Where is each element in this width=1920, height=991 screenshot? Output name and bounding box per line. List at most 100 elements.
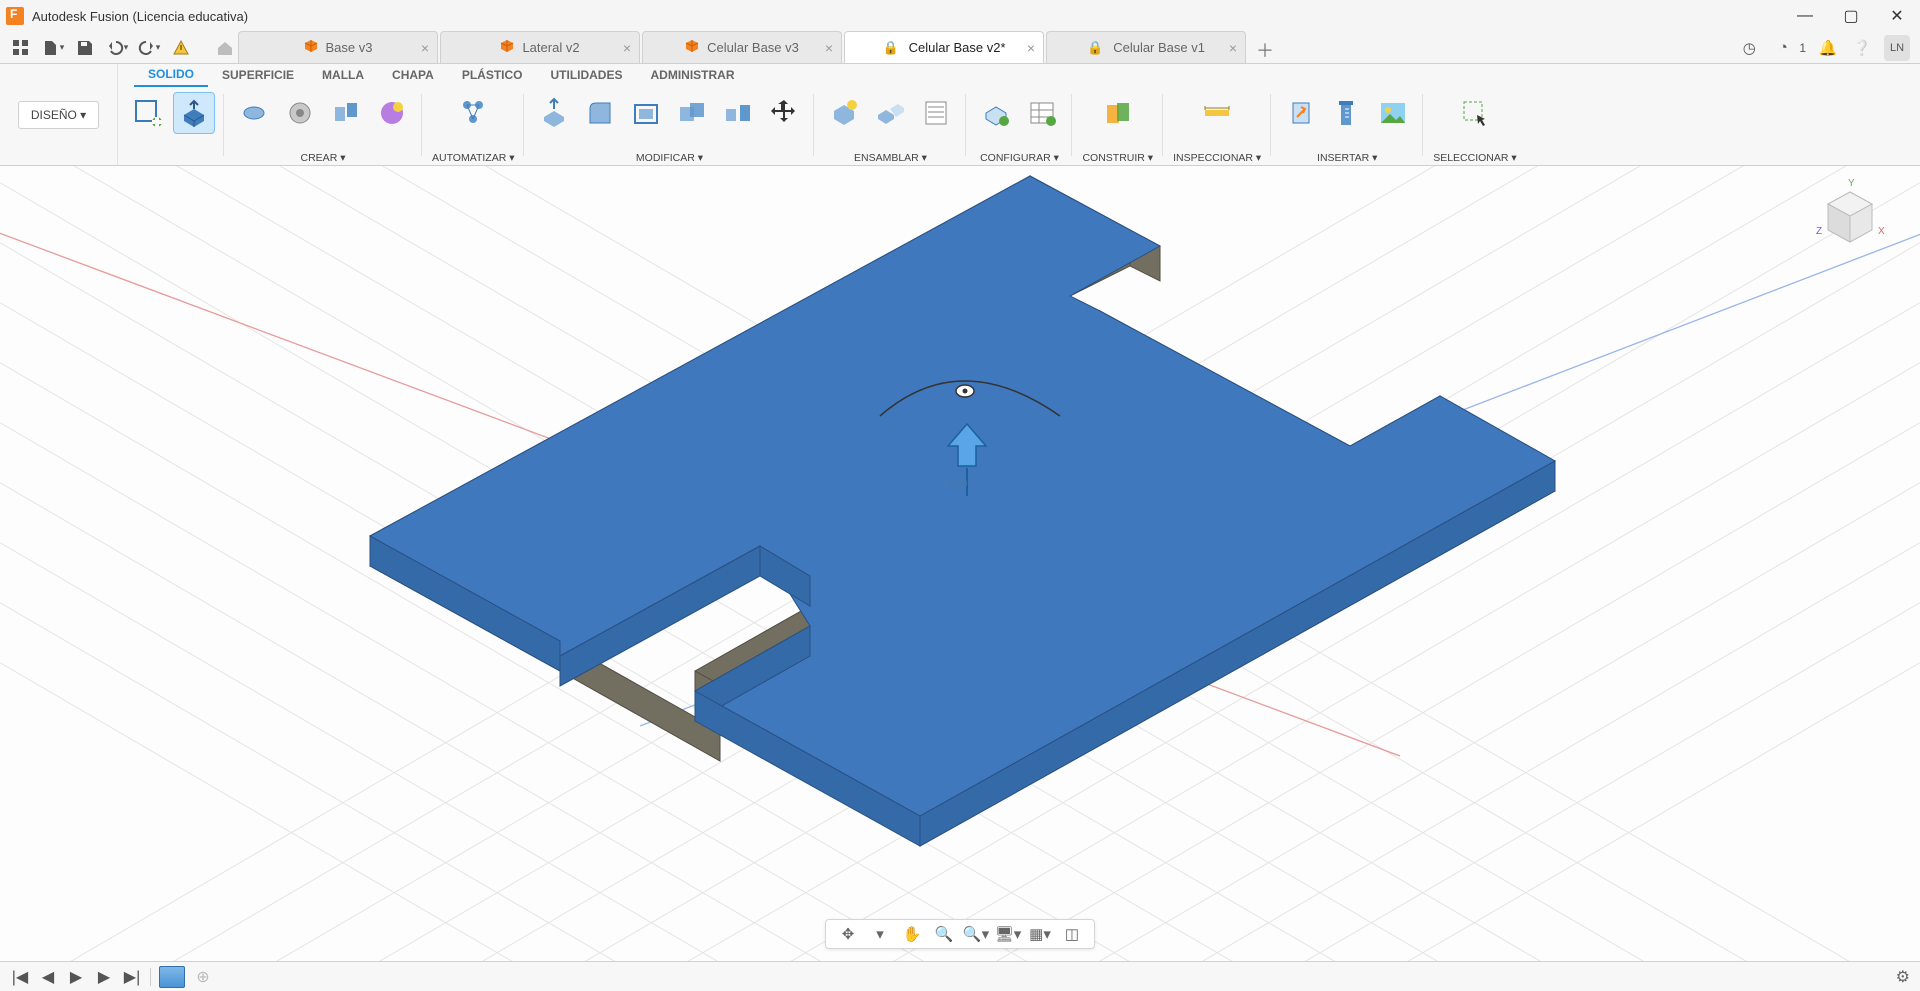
- diagnostics-button[interactable]: [168, 35, 194, 61]
- avatar-initials: LN: [1890, 42, 1904, 54]
- grid-settings-button[interactable]: ▦▾: [1026, 921, 1054, 947]
- job-count: 1: [1799, 41, 1806, 55]
- ribbon-tab-chapa[interactable]: CHAPA: [378, 64, 448, 86]
- joint-button[interactable]: [870, 93, 910, 133]
- ribbon-group-label[interactable]: AUTOMATIZAR ▾: [432, 152, 514, 164]
- extrude-button[interactable]: [174, 93, 214, 133]
- viewport-layout-button[interactable]: ◫: [1058, 921, 1086, 947]
- ribbon-tab-administrar[interactable]: ADMINISTRAR: [636, 64, 748, 86]
- ribbon-group-automatizar: AUTOMATIZAR ▾: [422, 88, 524, 166]
- timeline-next-button[interactable]: ▶: [94, 967, 114, 987]
- save-button[interactable]: [72, 35, 98, 61]
- ribbon-tab-plastico[interactable]: PLÁSTICO: [448, 64, 537, 86]
- extensions-icon[interactable]: ◷: [1737, 36, 1761, 60]
- create-form-button[interactable]: [372, 93, 412, 133]
- config-table-button[interactable]: [1022, 93, 1062, 133]
- combine-button[interactable]: [672, 93, 712, 133]
- zoom-button[interactable]: 🔍: [930, 921, 958, 947]
- modeling-canvas[interactable]: 4.00 X Y Z ✥ ▾ ✋ 🔍 🔍▾ 🖥▾ ▦▾ ◫: [0, 166, 1920, 961]
- timeline-settings-button[interactable]: ⚙: [1896, 967, 1910, 987]
- close-icon[interactable]: ×: [421, 40, 429, 56]
- close-icon[interactable]: ×: [1027, 40, 1035, 56]
- ribbon-group-label[interactable]: INSPECCIONAR ▾: [1173, 152, 1261, 164]
- navigation-toolbar: ✥ ▾ ✋ 🔍 🔍▾ 🖥▾ ▦▾ ◫: [825, 919, 1095, 949]
- new-tab-button[interactable]: ＋: [1252, 37, 1278, 63]
- close-icon[interactable]: ×: [1229, 40, 1237, 56]
- ribbon-group-label[interactable]: CREAR ▾: [301, 152, 346, 164]
- notifications-icon[interactable]: 🔔: [1816, 36, 1840, 60]
- job-status-icon[interactable]: ◔: [1771, 36, 1795, 60]
- move-button[interactable]: [764, 93, 804, 133]
- ribbon-group-label[interactable]: CONFIGURAR ▾: [980, 152, 1059, 164]
- select-button[interactable]: [1455, 93, 1495, 133]
- maximize-button[interactable]: ▢: [1828, 0, 1874, 32]
- timeline-marker[interactable]: ⊕: [193, 967, 213, 987]
- display-settings-button[interactable]: 🖥▾: [994, 921, 1022, 947]
- ribbon-group-inspeccionar: INSPECCIONAR ▾: [1163, 88, 1271, 166]
- revolve-tool-button[interactable]: [234, 93, 274, 133]
- fillet-button[interactable]: [580, 93, 620, 133]
- close-icon[interactable]: ×: [825, 40, 833, 56]
- ribbon-tab-solido[interactable]: SOLIDO: [134, 63, 208, 87]
- sweep-tool-button[interactable]: [280, 93, 320, 133]
- ribbon-group-label[interactable]: MODIFICAR ▾: [636, 152, 703, 164]
- undo-button[interactable]: ▾: [104, 35, 130, 61]
- press-pull-button[interactable]: [534, 93, 574, 133]
- ribbon-group-label[interactable]: ENSAMBLAR ▾: [854, 152, 927, 164]
- ribbon-tab-malla[interactable]: MALLA: [308, 64, 378, 86]
- ribbon-group-label[interactable]: SELECCIONAR ▾: [1433, 152, 1516, 164]
- data-panel-button[interactable]: [8, 35, 34, 61]
- ribbon-group-label[interactable]: CONSTRUIR ▾: [1082, 152, 1153, 164]
- insert-derive-button[interactable]: [1281, 93, 1321, 133]
- doc-tab-celular-base-v1[interactable]: 🔒 Celular Base v1 ×: [1046, 31, 1246, 63]
- loft-tool-button[interactable]: [326, 93, 366, 133]
- doc-tab-label: Lateral v2: [522, 40, 579, 55]
- pan-button[interactable]: ✋: [898, 921, 926, 947]
- timeline-start-button[interactable]: |◀: [10, 967, 30, 987]
- help-icon[interactable]: ❔: [1850, 36, 1874, 60]
- lookat-button[interactable]: ▾: [866, 921, 894, 947]
- ribbon-group-crear: CREAR ▾: [224, 88, 422, 166]
- close-icon[interactable]: ×: [623, 40, 631, 56]
- timeline-feature-extrude[interactable]: [159, 966, 185, 988]
- configure-button[interactable]: [976, 93, 1016, 133]
- measure-button[interactable]: [1197, 93, 1237, 133]
- create-sketch-button[interactable]: [128, 93, 168, 133]
- doc-tab-lateral-v2[interactable]: Lateral v2 ×: [440, 31, 640, 63]
- close-button[interactable]: ✕: [1874, 0, 1920, 32]
- automate-tool-button[interactable]: [453, 93, 493, 133]
- viewcube[interactable]: X Y Z: [1806, 176, 1894, 264]
- file-menu-button[interactable]: ▾: [40, 35, 66, 61]
- home-tab-button[interactable]: [212, 35, 238, 61]
- new-component-button[interactable]: [824, 93, 864, 133]
- ribbon-tab-utilidades[interactable]: UTILIDADES: [536, 64, 636, 86]
- minimize-button[interactable]: —: [1782, 0, 1828, 32]
- doc-tab-label: Celular Base v2*: [909, 40, 1006, 55]
- ribbon-main: SOLIDO SUPERFICIE MALLA CHAPA PLÁSTICO U…: [118, 64, 1920, 165]
- orbit-button[interactable]: ✥: [834, 921, 862, 947]
- insert-mcmaster-button[interactable]: [1327, 93, 1367, 133]
- ribbon-tabs: SOLIDO SUPERFICIE MALLA CHAPA PLÁSTICO U…: [118, 64, 1920, 86]
- shell-button[interactable]: [626, 93, 666, 133]
- insert-image-button[interactable]: [1373, 93, 1413, 133]
- svg-text:X: X: [1878, 226, 1885, 237]
- bom-button[interactable]: [916, 93, 956, 133]
- doc-tab-celular-base-v2[interactable]: 🔒 Celular Base v2* ×: [844, 31, 1044, 63]
- timeline-end-button[interactable]: ▶|: [122, 967, 142, 987]
- ribbon-group-label[interactable]: INSERTAR ▾: [1317, 152, 1377, 164]
- construct-plane-button[interactable]: [1098, 93, 1138, 133]
- svg-text:Y: Y: [1848, 178, 1855, 189]
- timeline-play-button[interactable]: ▶: [66, 967, 86, 987]
- ribbon-tab-superficie[interactable]: SUPERFICIE: [208, 64, 308, 86]
- doc-tab-base-v3[interactable]: Base v3 ×: [238, 31, 438, 63]
- align-button[interactable]: [718, 93, 758, 133]
- timeline-prev-button[interactable]: ◀: [38, 967, 58, 987]
- workspace-switcher[interactable]: DISEÑO ▾: [0, 64, 118, 165]
- window-controls: — ▢ ✕: [1782, 0, 1920, 32]
- user-avatar[interactable]: LN: [1884, 35, 1910, 61]
- redo-button[interactable]: ▾: [136, 35, 162, 61]
- doc-tab-celular-base-v3[interactable]: Celular Base v3 ×: [642, 31, 842, 63]
- ribbon-group-seleccionar: SELECCIONAR ▾: [1423, 88, 1526, 166]
- selected-face[interactable]: [370, 176, 1555, 816]
- zoom-window-button[interactable]: 🔍▾: [962, 921, 990, 947]
